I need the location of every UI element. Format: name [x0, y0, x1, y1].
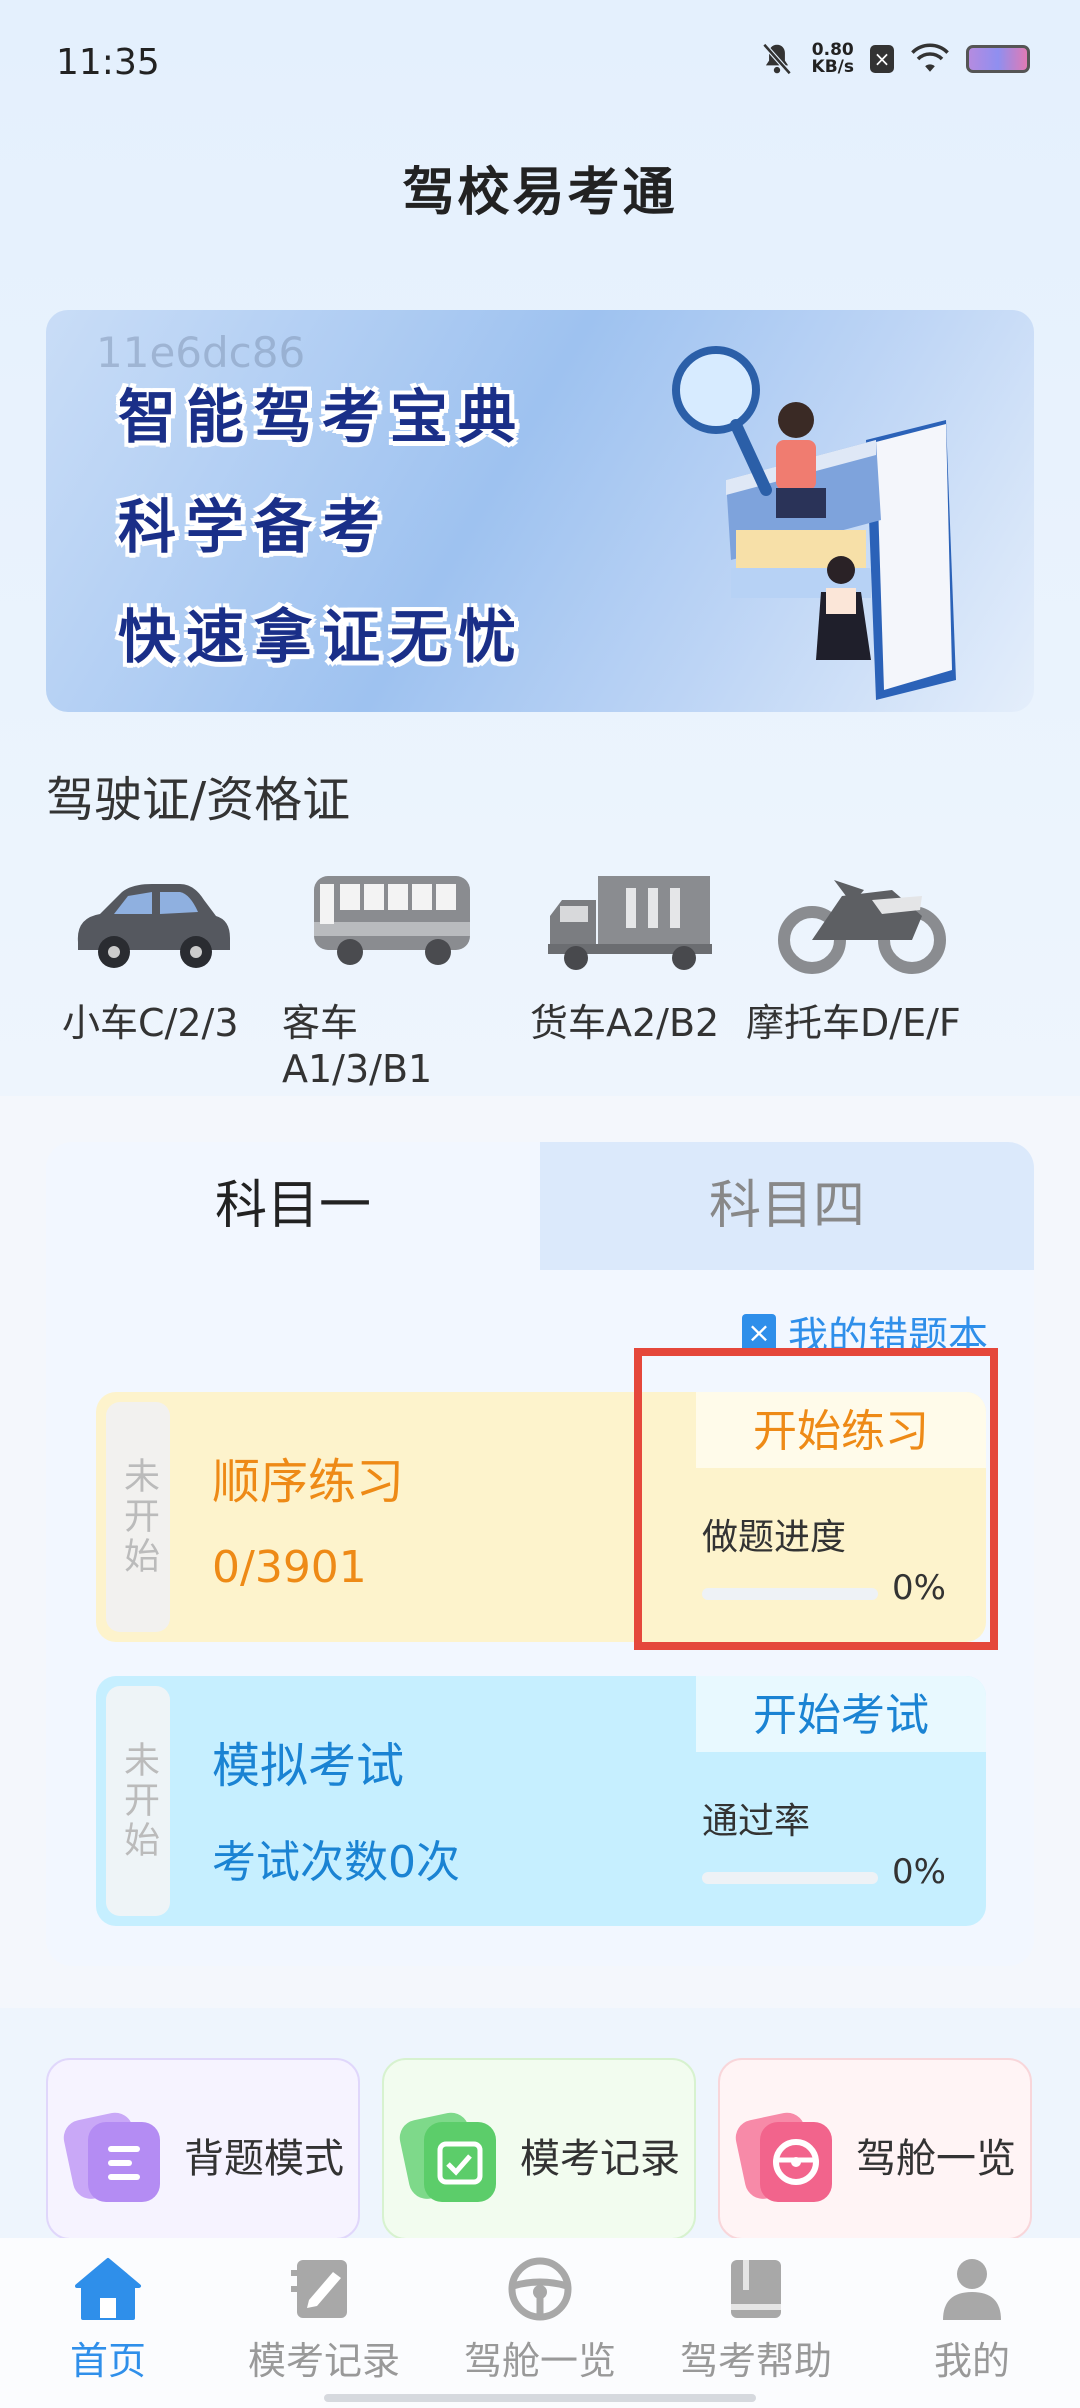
sequential-progress-count: 0/3901: [212, 1542, 367, 1593]
nav-mine-label: 我的: [933, 2339, 1010, 2383]
license-section-title: 驾驶证/资格证: [46, 772, 351, 828]
status-bar: 11:35 0.80 KB/s ×: [0, 0, 1080, 120]
nav-exam-records[interactable]: 模考记录: [216, 2256, 432, 2385]
quick-action-exam-records[interactable]: 模考记录: [382, 2058, 696, 2240]
quick-action-cockpit[interactable]: 驾舱一览: [718, 2058, 1032, 2240]
status-time: 11:35: [56, 42, 160, 83]
home-icon: [75, 2258, 141, 2320]
tab-subject-one[interactable]: 科目一: [46, 1142, 540, 1270]
document-icon: [63, 2112, 160, 2202]
banner-line-1: 智能驾考宝典: [118, 383, 527, 451]
license-label-car: 小车C/2/3: [62, 1001, 239, 1045]
quick-action-memorize-label: 背题模式: [184, 2136, 344, 2182]
wifi-icon: [911, 43, 949, 72]
start-exam-button[interactable]: 开始考试: [696, 1676, 986, 1752]
nav-help-label: 驾考帮助: [679, 2339, 832, 2383]
mock-status: 未开始: [106, 1686, 170, 1916]
pass-rate-label: 通过率: [702, 1801, 811, 1842]
bus-icon: [314, 876, 470, 965]
notebook-pen-icon: [291, 2260, 347, 2318]
nav-home-label: 首页: [69, 2339, 146, 2383]
network-speed: 0.80 KB/s: [812, 42, 854, 76]
license-label-bus: 客车A1/3/B1: [282, 1001, 433, 1091]
license-item-motorcycle[interactable]: 摩托车D/E/F: [746, 860, 972, 1046]
car-icon: [77, 884, 230, 968]
license-label-truck: 货车A2/B2: [530, 1001, 720, 1045]
home-indicator[interactable]: [324, 2394, 756, 2402]
status-icons: 0.80 KB/s ×: [758, 40, 1030, 78]
mock-title: 模拟考试: [212, 1738, 405, 1794]
study-illustration-icon: [672, 346, 956, 700]
nav-help[interactable]: 驾考帮助: [648, 2256, 864, 2385]
nav-cockpit[interactable]: 驾舱一览: [432, 2256, 648, 2385]
license-item-car[interactable]: 小车C/2/3: [40, 860, 260, 1046]
quick-action-cockpit-label: 驾舱一览: [856, 2136, 1016, 2182]
tab-subject-four[interactable]: 科目四: [540, 1142, 1034, 1270]
banner-line-3: 快速拿证无忧: [118, 603, 527, 671]
license-label-motorcycle: 摩托车D/E/F: [746, 1001, 961, 1045]
calendar-check-icon: [399, 2112, 496, 2202]
battery-icon: [966, 45, 1030, 73]
app-title: 驾校易考通: [402, 163, 678, 223]
network-speed-unit: KB/s: [811, 57, 854, 77]
truck-icon: [548, 876, 712, 970]
license-item-truck[interactable]: 货车A2/B2: [520, 860, 740, 1046]
user-icon: [943, 2259, 1001, 2320]
nav-cockpit-label: 驾舱一览: [463, 2339, 616, 2383]
pass-rate-percent: 0%: [892, 1852, 946, 1892]
banner-line-2: 科学备考: [118, 493, 391, 561]
book-icon: [731, 2260, 781, 2318]
highlight-box: [634, 1348, 998, 1650]
sequential-title: 顺序练习: [212, 1454, 405, 1510]
steering-wheel-icon: [735, 2112, 832, 2202]
wrong-book-icon: ×: [742, 1314, 776, 1352]
nav-mine[interactable]: 我的: [864, 2256, 1080, 2385]
steering-wheel-icon: [508, 2257, 572, 2321]
license-item-bus[interactable]: 客车A1/3/B1: [280, 860, 500, 1092]
quick-action-memorize[interactable]: 背题模式: [46, 2058, 360, 2240]
mute-bell-icon: [762, 43, 791, 75]
quick-action-exam-records-label: 模考记录: [520, 2136, 680, 2182]
mock-exam-count: 考试次数0次: [212, 1837, 460, 1888]
bottom-nav: 首页 模考记录 驾舱一览 驾考帮助 我的: [0, 2238, 1080, 2408]
sequential-status: 未开始: [106, 1402, 170, 1632]
motorcycle-icon: [778, 880, 946, 974]
pass-rate-bar: [702, 1872, 878, 1884]
nav-home[interactable]: 首页: [0, 2256, 216, 2385]
nav-exam-records-label: 模考记录: [247, 2339, 400, 2383]
mock-exam-row[interactable]: 未开始 模拟考试 考试次数0次 开始考试 通过率 0%: [96, 1676, 986, 1926]
close-box-icon: ×: [870, 45, 894, 73]
promo-banner[interactable]: 11e6dc86 智能驾考宝典 科学备考 快速拿证无忧: [46, 310, 1034, 712]
